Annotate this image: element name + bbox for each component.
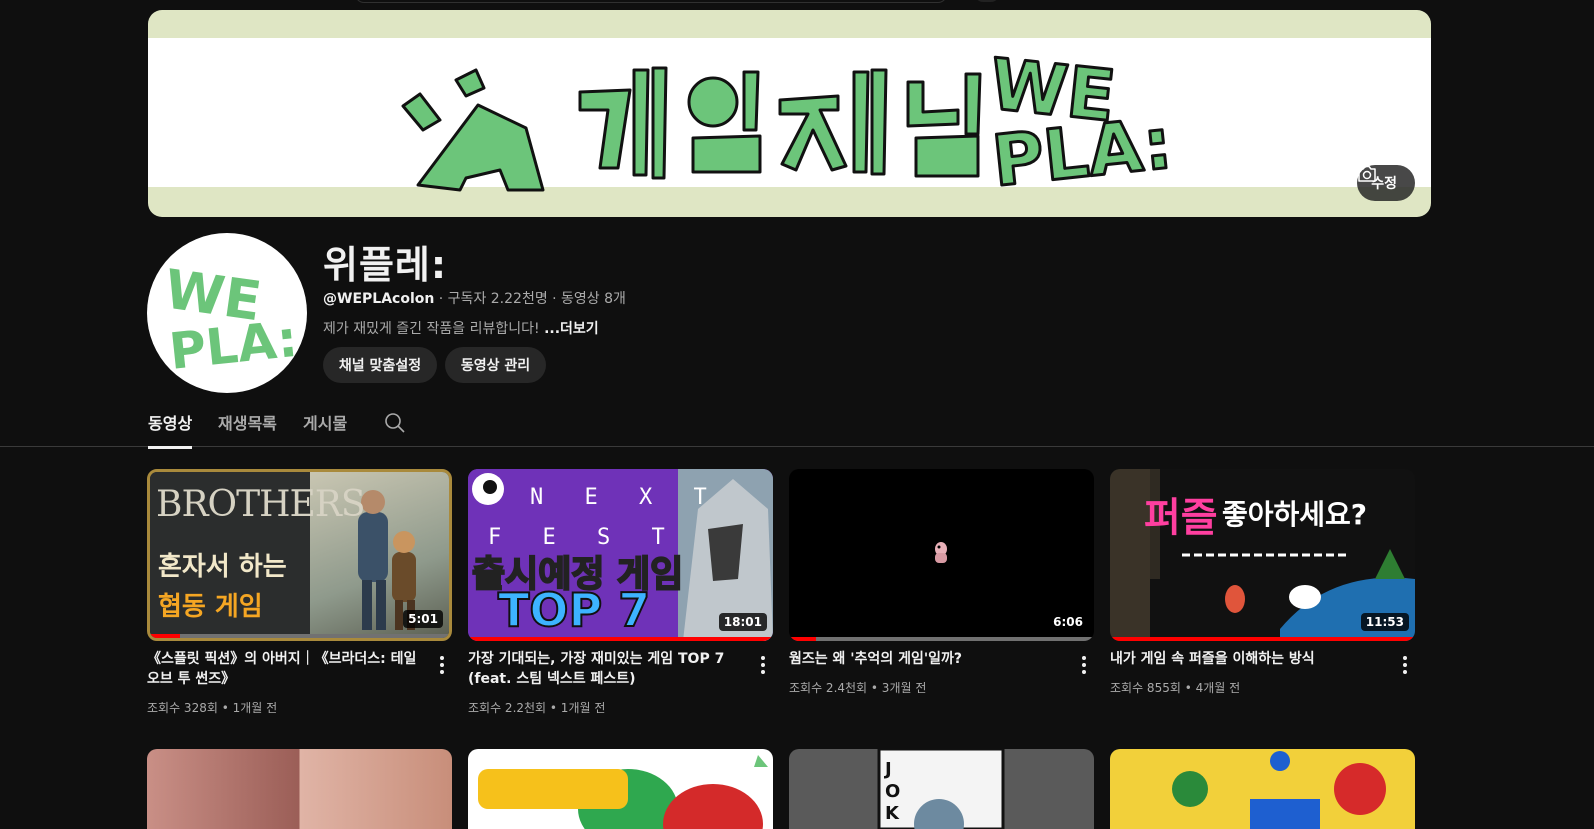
video-thumbnail[interactable]: 퍼즐 좋아하세요? 11:53 xyxy=(1110,469,1415,641)
video-thumbnail[interactable] xyxy=(147,749,452,829)
video-meta: 조회수 328회 • 1개월 전 xyxy=(147,701,278,715)
watch-progress xyxy=(468,637,773,641)
video-meta: 조회수 2.4천회 • 3개월 전 xyxy=(789,681,927,695)
video-card[interactable]: BROTHERS 혼자서 하는 협동 게임 5:01 《스플릿 픽션》의 아버지… xyxy=(147,469,452,715)
video-meta: 조회수 2.2천회 • 1개월 전 xyxy=(468,701,606,715)
description-more-link[interactable]: ...더보기 xyxy=(544,321,599,337)
channel-banner: WE PLA: 수정 xyxy=(148,10,1431,217)
more-actions-icon[interactable] xyxy=(753,653,773,677)
tab-videos[interactable]: 동영상 xyxy=(148,410,193,449)
more-actions-icon[interactable] xyxy=(1395,653,1415,677)
channel-logo: WE PLA: xyxy=(161,257,300,381)
video-duration: 18:01 xyxy=(718,613,767,631)
tab-posts[interactable]: 게시물 xyxy=(303,410,347,446)
tab-playlists[interactable]: 재생목록 xyxy=(218,410,277,446)
banner-artwork: WE PLA: xyxy=(401,42,1177,204)
svg-text:K: K xyxy=(885,803,900,824)
video-meta: 조회수 855회 • 4개월 전 xyxy=(1110,681,1241,695)
manage-videos-button[interactable]: 동영상 관리 xyxy=(445,347,546,383)
channel-handle: @WEPLAcolon xyxy=(323,291,435,307)
video-card[interactable]: N E X T F E S T 출시예정 게임 TOP 7 18:01 가장 기… xyxy=(468,469,773,715)
camera-icon xyxy=(1358,165,1376,182)
channel-meta: @WEPLAcolon · 구독자 2.22천명 · 동영상 8개 xyxy=(323,288,626,308)
video-thumbnail[interactable]: 6:06 xyxy=(789,469,1094,641)
channel-stats: · 구독자 2.22천명 · 동영상 8개 xyxy=(434,291,626,307)
svg-text:PLA:: PLA: xyxy=(167,310,300,381)
thumbnail-art: J O K xyxy=(877,749,1005,829)
masthead-remnant xyxy=(0,0,1594,10)
watch-progress xyxy=(150,634,449,638)
thumbnail-title: BROTHERS xyxy=(156,484,366,525)
video-title[interactable]: 웜즈는 왜 '추억의 게임'일까? xyxy=(789,649,1061,669)
customize-channel-button[interactable]: 채널 맞춤설정 xyxy=(323,347,437,383)
video-title[interactable]: 《스플릿 픽션》의 아버지｜《브라더스: 테일 오브 투 썬즈》 xyxy=(147,649,419,689)
search-bar-edge[interactable] xyxy=(355,0,947,3)
banner-edit-button[interactable]: 수정 xyxy=(1357,165,1415,201)
video-title[interactable]: 가장 기대되는, 가장 재미있는 게임 TOP 7 (feat. 스팀 넥스트 … xyxy=(468,649,740,689)
more-actions-icon[interactable] xyxy=(432,653,452,677)
watch-progress xyxy=(1110,637,1415,641)
video-card[interactable]: 퍼즐 좋아하세요? 11:53 내가 게임 속 퍼즐을 이해하는 방식 조회수 … xyxy=(1110,469,1415,695)
search-icon[interactable] xyxy=(384,412,406,434)
channel-description[interactable]: 제가 재밌게 즐긴 작품을 리뷰합니다! ...더보기 xyxy=(323,318,599,338)
video-thumbnail[interactable]: N E X T F E S T 출시예정 게임 TOP 7 18:01 xyxy=(468,469,773,641)
channel-name: 위플레: xyxy=(323,243,448,287)
thumbnail-caption-2: TOP 7 xyxy=(497,582,651,638)
channel-tabs: 동영상 재생목록 게시물 xyxy=(0,400,1594,449)
thumbnail-art xyxy=(478,755,768,829)
thumbnail-caption-1: 퍼즐 xyxy=(1144,495,1218,541)
video-duration: 5:01 xyxy=(403,610,443,628)
video-thumbnail[interactable] xyxy=(468,749,773,829)
thumbnail-next: N E X T xyxy=(530,485,721,510)
video-card[interactable]: 6:06 웜즈는 왜 '추억의 게임'일까? 조회수 2.4천회 • 3개월 전 xyxy=(789,469,1094,695)
video-duration: 11:53 xyxy=(1360,613,1409,631)
svg-text:J: J xyxy=(883,759,892,780)
more-actions-icon[interactable] xyxy=(1074,653,1094,677)
video-thumbnail[interactable] xyxy=(1110,749,1415,829)
channel-avatar[interactable]: WE PLA: xyxy=(147,233,307,393)
video-title[interactable]: 내가 게임 속 퍼즐을 이해하는 방식 xyxy=(1110,649,1382,669)
thumbnail-caption-2: 협동 게임 xyxy=(158,592,263,622)
video-thumbnail[interactable]: BROTHERS 혼자서 하는 협동 게임 5:01 xyxy=(147,469,452,641)
description-text: 제가 재밌게 즐긴 작품을 리뷰합니다! xyxy=(323,321,545,337)
video-duration: 6:06 xyxy=(1048,613,1088,631)
thumbnail-caption-2: 좋아하세요? xyxy=(1222,498,1368,531)
thumbnail-art xyxy=(1172,751,1386,829)
voice-search-edge[interactable] xyxy=(975,0,999,2)
svg-text:PLA:: PLA: xyxy=(989,102,1176,202)
video-thumbnail[interactable]: J O K xyxy=(789,749,1094,829)
watch-progress xyxy=(789,637,1094,641)
svg-text:O: O xyxy=(885,781,900,802)
thumbnail-caption-1: 혼자서 하는 xyxy=(158,552,287,582)
